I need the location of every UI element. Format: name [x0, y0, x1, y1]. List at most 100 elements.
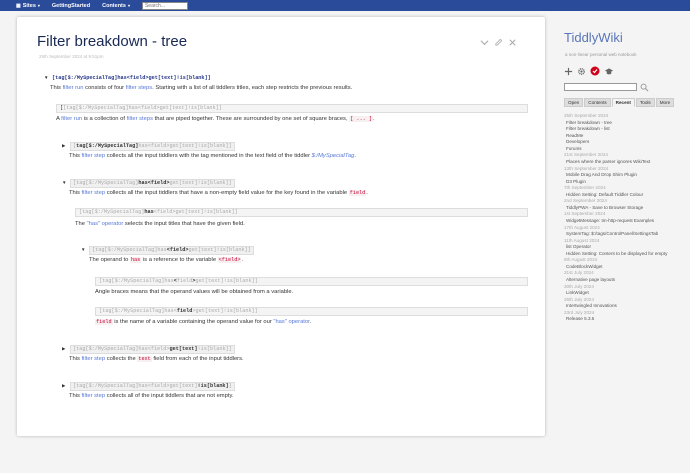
filter-run-link[interactable]: filter run: [61, 116, 82, 122]
top-menu-bar: ▦ Sites ▾ GettingStarted Contents ▾: [0, 0, 690, 11]
text: !is[blank]]: [197, 346, 232, 352]
angle-braces-desc: Angle braces means that the operand valu…: [95, 289, 294, 295]
text: . Starting with a list of all tiddlers t…: [152, 85, 353, 91]
recent-tiddler-link[interactable]: Filter breakdown - tree: [564, 120, 690, 127]
sidebar-toolbar: [564, 66, 614, 76]
step4-filter-row: ▶ [tag[$:/MySpecialTag]has<field>get[text…: [62, 382, 235, 391]
top-search-input[interactable]: [141, 1, 188, 10]
text: collects all the input tiddlers with the…: [105, 153, 312, 159]
filter-steps-link[interactable]: filter steps: [127, 116, 153, 122]
chevron-down-icon[interactable]: [480, 38, 489, 47]
text: .: [241, 257, 244, 263]
text: collects the: [105, 356, 138, 362]
sidebar-search-input[interactable]: [564, 83, 637, 91]
recent-tiddler-link[interactable]: SystemTag: $:/tags/ControlPanel/Settings…: [564, 231, 690, 238]
recent-tiddler-link[interactable]: D3 Plugin: [564, 179, 690, 186]
theme-icon[interactable]: [604, 67, 614, 76]
new-tiddler-icon[interactable]: [564, 67, 573, 76]
text: field from each of the input tiddlers.: [151, 356, 244, 362]
text: [tag[$:/MySpecialTag]has<: [99, 308, 177, 314]
chevron-down-icon: ▾: [37, 3, 40, 8]
tab-open[interactable]: Open: [564, 98, 584, 107]
field-variable-code: <field>: [217, 257, 242, 263]
step2b-chip: [tag[$:/MySpecialTag]has<field>get[text]…: [89, 246, 254, 255]
getting-started-link[interactable]: GettingStarted: [52, 3, 90, 9]
page-title: Filter breakdown - tree: [37, 33, 188, 50]
expand-triangle-icon[interactable]: ▼: [81, 246, 89, 254]
site-title[interactable]: TiddlyWiki: [564, 30, 623, 45]
filter-step-link[interactable]: filter step: [82, 153, 106, 159]
recent-tiddler-link[interactable]: WidgetMessage: tm-http-request Examples: [564, 218, 690, 225]
chevron-down-icon: ▾: [127, 3, 130, 8]
recent-tiddler-link[interactable]: Places where the parser ignores WikiText: [564, 159, 690, 166]
tab-contents[interactable]: Contents: [584, 98, 611, 107]
text: is a collection of: [82, 116, 127, 122]
expand-triangle-icon[interactable]: ▼: [62, 179, 70, 187]
special-tag-link[interactable]: $:/MySpecialTag: [312, 153, 355, 159]
expand-triangle-icon[interactable]: ▶: [62, 382, 70, 390]
recent-tiddler-link[interactable]: Mobile Drag And Drop Shim Plugin: [564, 172, 690, 179]
text: [tag[$:/MySpecialTag]has: [92, 247, 167, 253]
text: [tag[$:/MySpecialTag]has<field>get[text]: [73, 383, 198, 389]
text: This: [69, 393, 82, 399]
text: consists of four: [83, 85, 126, 91]
tab-recent[interactable]: Recent: [611, 98, 635, 107]
expand-triangle-icon[interactable]: ▶: [62, 142, 70, 150]
recent-tiddler-link[interactable]: Release 5.3.5: [564, 316, 690, 323]
text: This: [69, 356, 82, 362]
step2-chip: [tag[$:/MySpecialTag]has<field>get[text]…: [70, 179, 235, 188]
edit-icon[interactable]: [494, 38, 503, 47]
text: This: [69, 153, 82, 159]
text: is the name of a variable containing the…: [112, 319, 274, 325]
tab-more[interactable]: More: [655, 98, 675, 107]
has-operator-link[interactable]: "has" operator: [273, 319, 309, 325]
recent-tiddler-link[interactable]: Forums: [564, 146, 690, 153]
search-icon[interactable]: [640, 83, 649, 92]
text: has: [144, 209, 154, 215]
close-icon[interactable]: [508, 38, 517, 47]
tab-tools[interactable]: Tools: [635, 98, 655, 107]
recent-tiddler-link[interactable]: Hidden Setting: Default Tiddler Colour: [564, 192, 690, 199]
recent-tiddler-link[interactable]: Developers: [564, 139, 690, 146]
step2-desc: This filter step collects all the input …: [69, 189, 368, 197]
recent-tiddler-link[interactable]: CodeBlockWidget: [564, 264, 690, 271]
root-desc: This filter run consists of four filter …: [50, 84, 352, 92]
contents-menu[interactable]: Contents ▾: [102, 3, 130, 9]
recent-tiddler-link[interactable]: LinkWidget: [564, 290, 690, 297]
braces-code: [ ... ]: [349, 116, 373, 122]
step2-filter-row: ▼ [tag[$:/MySpecialTag]has<field>get[text…: [62, 179, 235, 188]
has-operator-link[interactable]: "has" operator: [87, 221, 124, 227]
recent-tiddler-link[interactable]: ReadMe: [564, 133, 690, 140]
expand-triangle-icon[interactable]: ▼: [44, 74, 52, 82]
text: >get[text]!is[blank]]: [192, 308, 258, 314]
filter-step-link[interactable]: filter step: [82, 190, 106, 196]
recent-tiddler-link[interactable]: Filter breakdown - list: [564, 126, 690, 133]
text: .: [366, 190, 368, 196]
expand-triangle-icon[interactable]: ▶: [62, 345, 70, 353]
text: !is[blank]: [197, 383, 229, 389]
text: [tag[$:/MySpecialTag]has: [99, 278, 174, 284]
sites-menu[interactable]: ▦ Sites ▾: [16, 3, 40, 9]
text: .: [354, 153, 356, 159]
recent-tiddler-link[interactable]: Hidden Setting: Content to be displayed …: [564, 251, 690, 258]
filter-run-link[interactable]: filter run: [63, 85, 84, 91]
recent-tiddler-link[interactable]: Intertwingled Innovations: [564, 303, 690, 310]
step2b-desc: The operand to has is a reference to the…: [89, 256, 243, 264]
text: ]: [228, 383, 232, 389]
step3-filter-row: ▶ [tag[$:/MySpecialTag]has<field>get[text…: [62, 345, 235, 354]
text: <field>: [166, 247, 189, 253]
text: field: [176, 308, 193, 314]
filter-step-link[interactable]: filter step: [82, 356, 106, 362]
filter-steps-link[interactable]: filter steps: [126, 85, 152, 91]
filter-step-link[interactable]: filter step: [82, 393, 106, 399]
gear-icon[interactable]: [577, 67, 586, 76]
recent-tiddler-link[interactable]: TiddlyPWA - Save to Browser Storage: [564, 205, 690, 212]
recent-tiddler-link[interactable]: Alternative page layouts: [564, 277, 690, 284]
recent-tiddler-link[interactable]: list Operator: [564, 244, 690, 251]
step1-chip: [tag[$:/MySpecialTag]has<field>get[text]…: [70, 142, 235, 151]
contents-label: Contents: [102, 2, 126, 9]
has-operator-desc: The "has" operator selects the input tit…: [75, 220, 245, 228]
text: field: [176, 278, 193, 284]
text: This: [50, 85, 63, 91]
save-icon[interactable]: [590, 66, 600, 76]
